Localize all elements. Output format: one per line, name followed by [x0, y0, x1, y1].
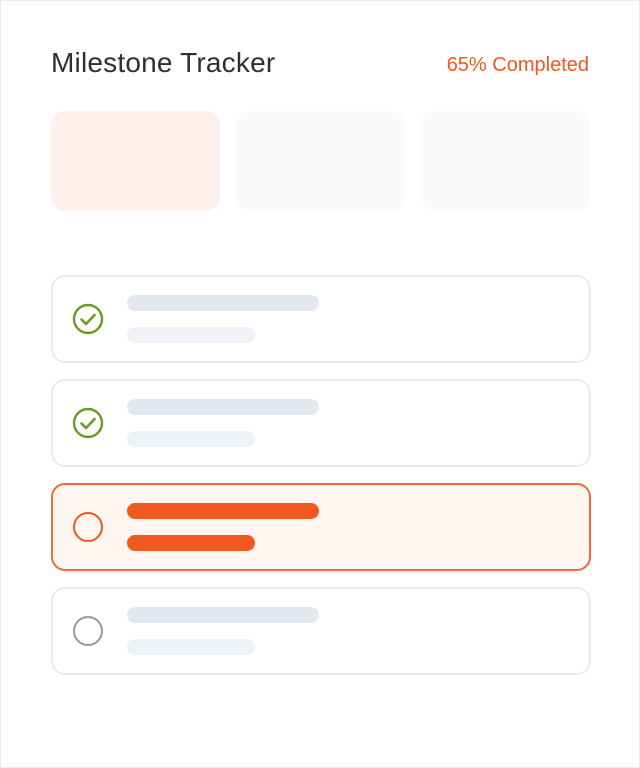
summary-tile[interactable] — [421, 111, 590, 211]
milestone-title-placeholder — [127, 295, 319, 311]
milestone-subtitle-placeholder — [127, 327, 255, 343]
check-circle-icon — [72, 303, 104, 335]
summary-tile[interactable] — [236, 111, 405, 211]
milestone-subtitle-placeholder — [127, 431, 255, 447]
summary-tiles — [51, 111, 591, 211]
circle-outline-icon — [73, 616, 103, 646]
progress-label: 65% Completed — [446, 54, 589, 76]
milestone-item[interactable] — [51, 587, 591, 675]
milestone-item-active[interactable] — [51, 483, 591, 571]
circle-outline-icon — [73, 512, 103, 542]
page-title: Milestone Tracker — [51, 47, 276, 78]
milestone-subtitle-placeholder — [127, 535, 255, 551]
milestone-item[interactable] — [51, 379, 591, 467]
milestone-title-placeholder — [127, 399, 319, 415]
milestone-tracker-card: Milestone Tracker 65% Completed — [0, 0, 640, 768]
milestone-subtitle-placeholder — [127, 639, 255, 655]
milestone-title-placeholder — [127, 503, 319, 519]
check-circle-icon — [72, 407, 104, 439]
milestone-title-placeholder — [127, 607, 319, 623]
milestone-item[interactable] — [51, 275, 591, 363]
summary-tile[interactable] — [51, 111, 220, 211]
tracker-header: Milestone Tracker 65% Completed — [51, 45, 591, 85]
